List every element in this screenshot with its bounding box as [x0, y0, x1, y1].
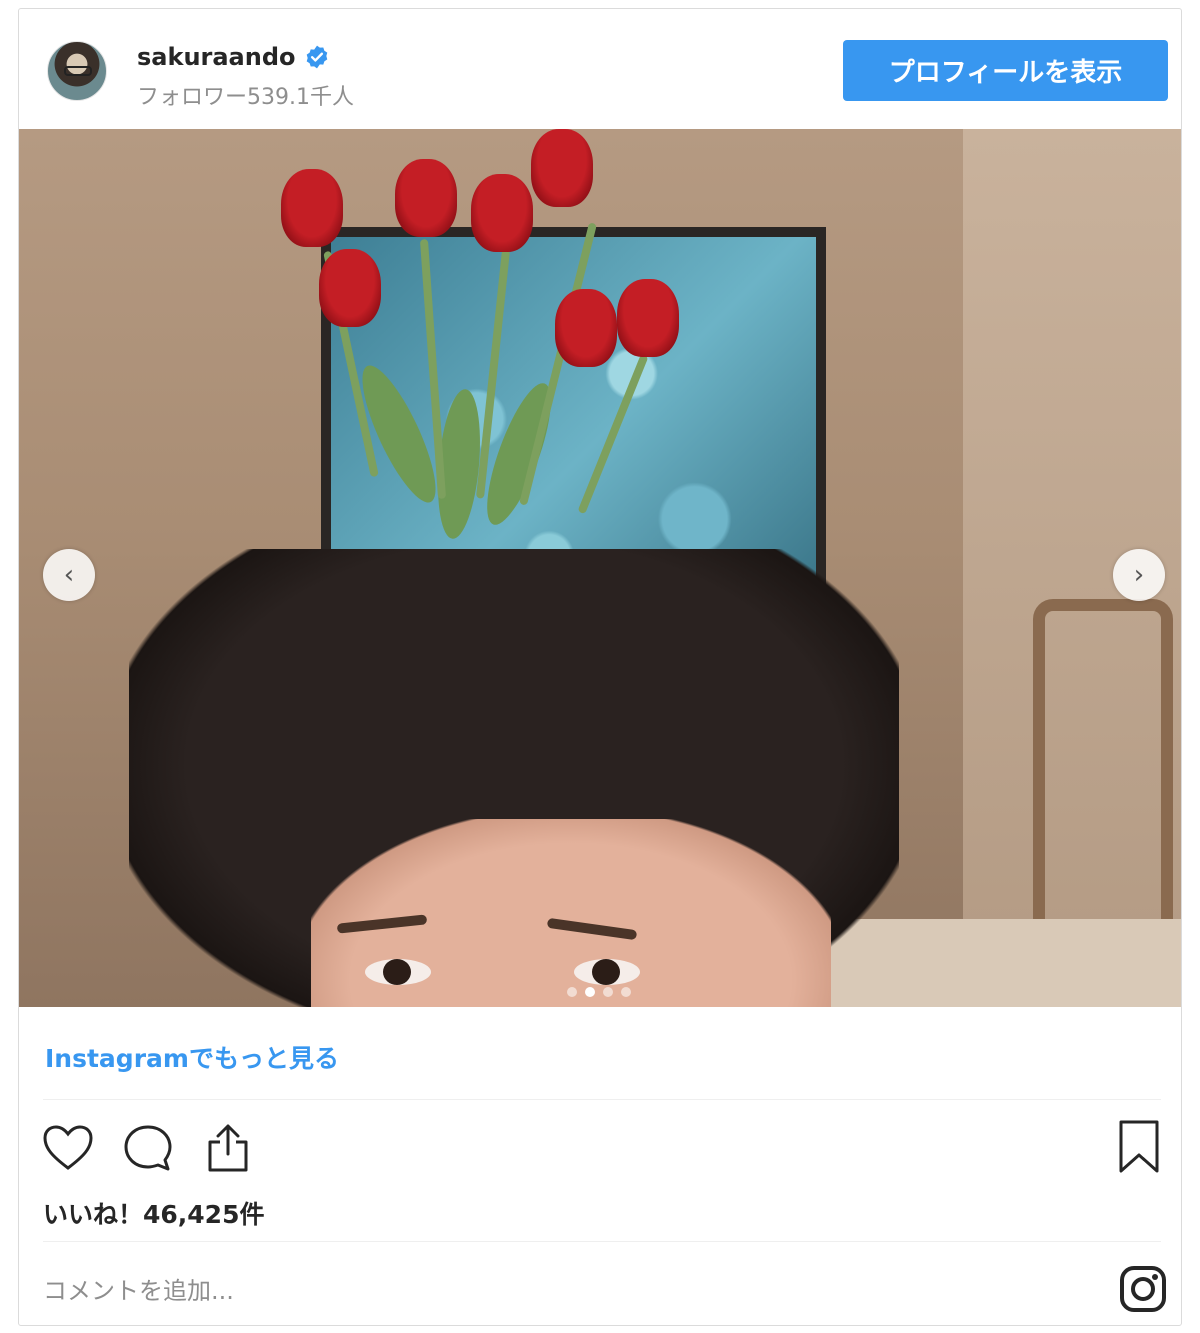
username[interactable]: sakuraando [137, 43, 296, 71]
view-profile-button[interactable]: プロフィールを表示 [843, 40, 1168, 101]
share-button[interactable] [201, 1121, 255, 1175]
photo-tulip [281, 169, 343, 247]
photo-tulip [319, 249, 381, 327]
comment-icon [124, 1125, 172, 1171]
carousel-next-button[interactable]: › [1113, 549, 1165, 601]
post-photo[interactable]: ‹ › [19, 129, 1181, 1007]
photo-tulip [531, 129, 593, 207]
bookmark-icon [1119, 1120, 1159, 1173]
post-header: sakuraando フォロワー539.1千人 プロフィールを表示 [19, 9, 1181, 129]
carousel-dot [603, 987, 613, 997]
instagram-embed-card: sakuraando フォロワー539.1千人 プロフィールを表示 ‹ › In… [18, 8, 1182, 1326]
photo-tulip [471, 174, 533, 252]
carousel-dot-active [585, 987, 595, 997]
instagram-icon [1120, 1266, 1166, 1312]
share-icon [208, 1124, 248, 1172]
action-bar [41, 1121, 255, 1175]
view-more-on-instagram-link[interactable]: Instagramでもっと見る [45, 1039, 339, 1075]
chevron-left-icon: ‹ [63, 560, 75, 590]
chevron-right-icon: › [1133, 560, 1145, 590]
avatar-glasses [64, 66, 92, 76]
like-button[interactable] [41, 1121, 95, 1175]
carousel-dot [621, 987, 631, 997]
follower-count: フォロワー539.1千人 [137, 85, 354, 110]
comment-button[interactable] [121, 1121, 175, 1175]
divider [43, 1099, 1161, 1100]
photo-eye [574, 959, 640, 985]
carousel-indicator [567, 987, 631, 997]
heart-icon [43, 1125, 93, 1170]
instagram-logo-button[interactable] [1119, 1265, 1167, 1313]
save-button[interactable] [1117, 1119, 1165, 1177]
verified-badge-icon [306, 45, 327, 69]
carousel-dot [567, 987, 577, 997]
carousel-prev-button[interactable]: ‹ [43, 549, 95, 601]
photo-tulip [555, 289, 617, 367]
like-count[interactable]: いいね！46,425件 [43, 1195, 264, 1231]
photo-eye [365, 959, 431, 985]
divider [43, 1241, 1161, 1242]
username-row[interactable]: sakuraando [137, 43, 330, 71]
photo-tulip [395, 159, 457, 237]
photo-tulip [617, 279, 679, 357]
avatar[interactable] [47, 41, 107, 101]
add-comment-field[interactable]: コメントを追加... [43, 1271, 1043, 1306]
